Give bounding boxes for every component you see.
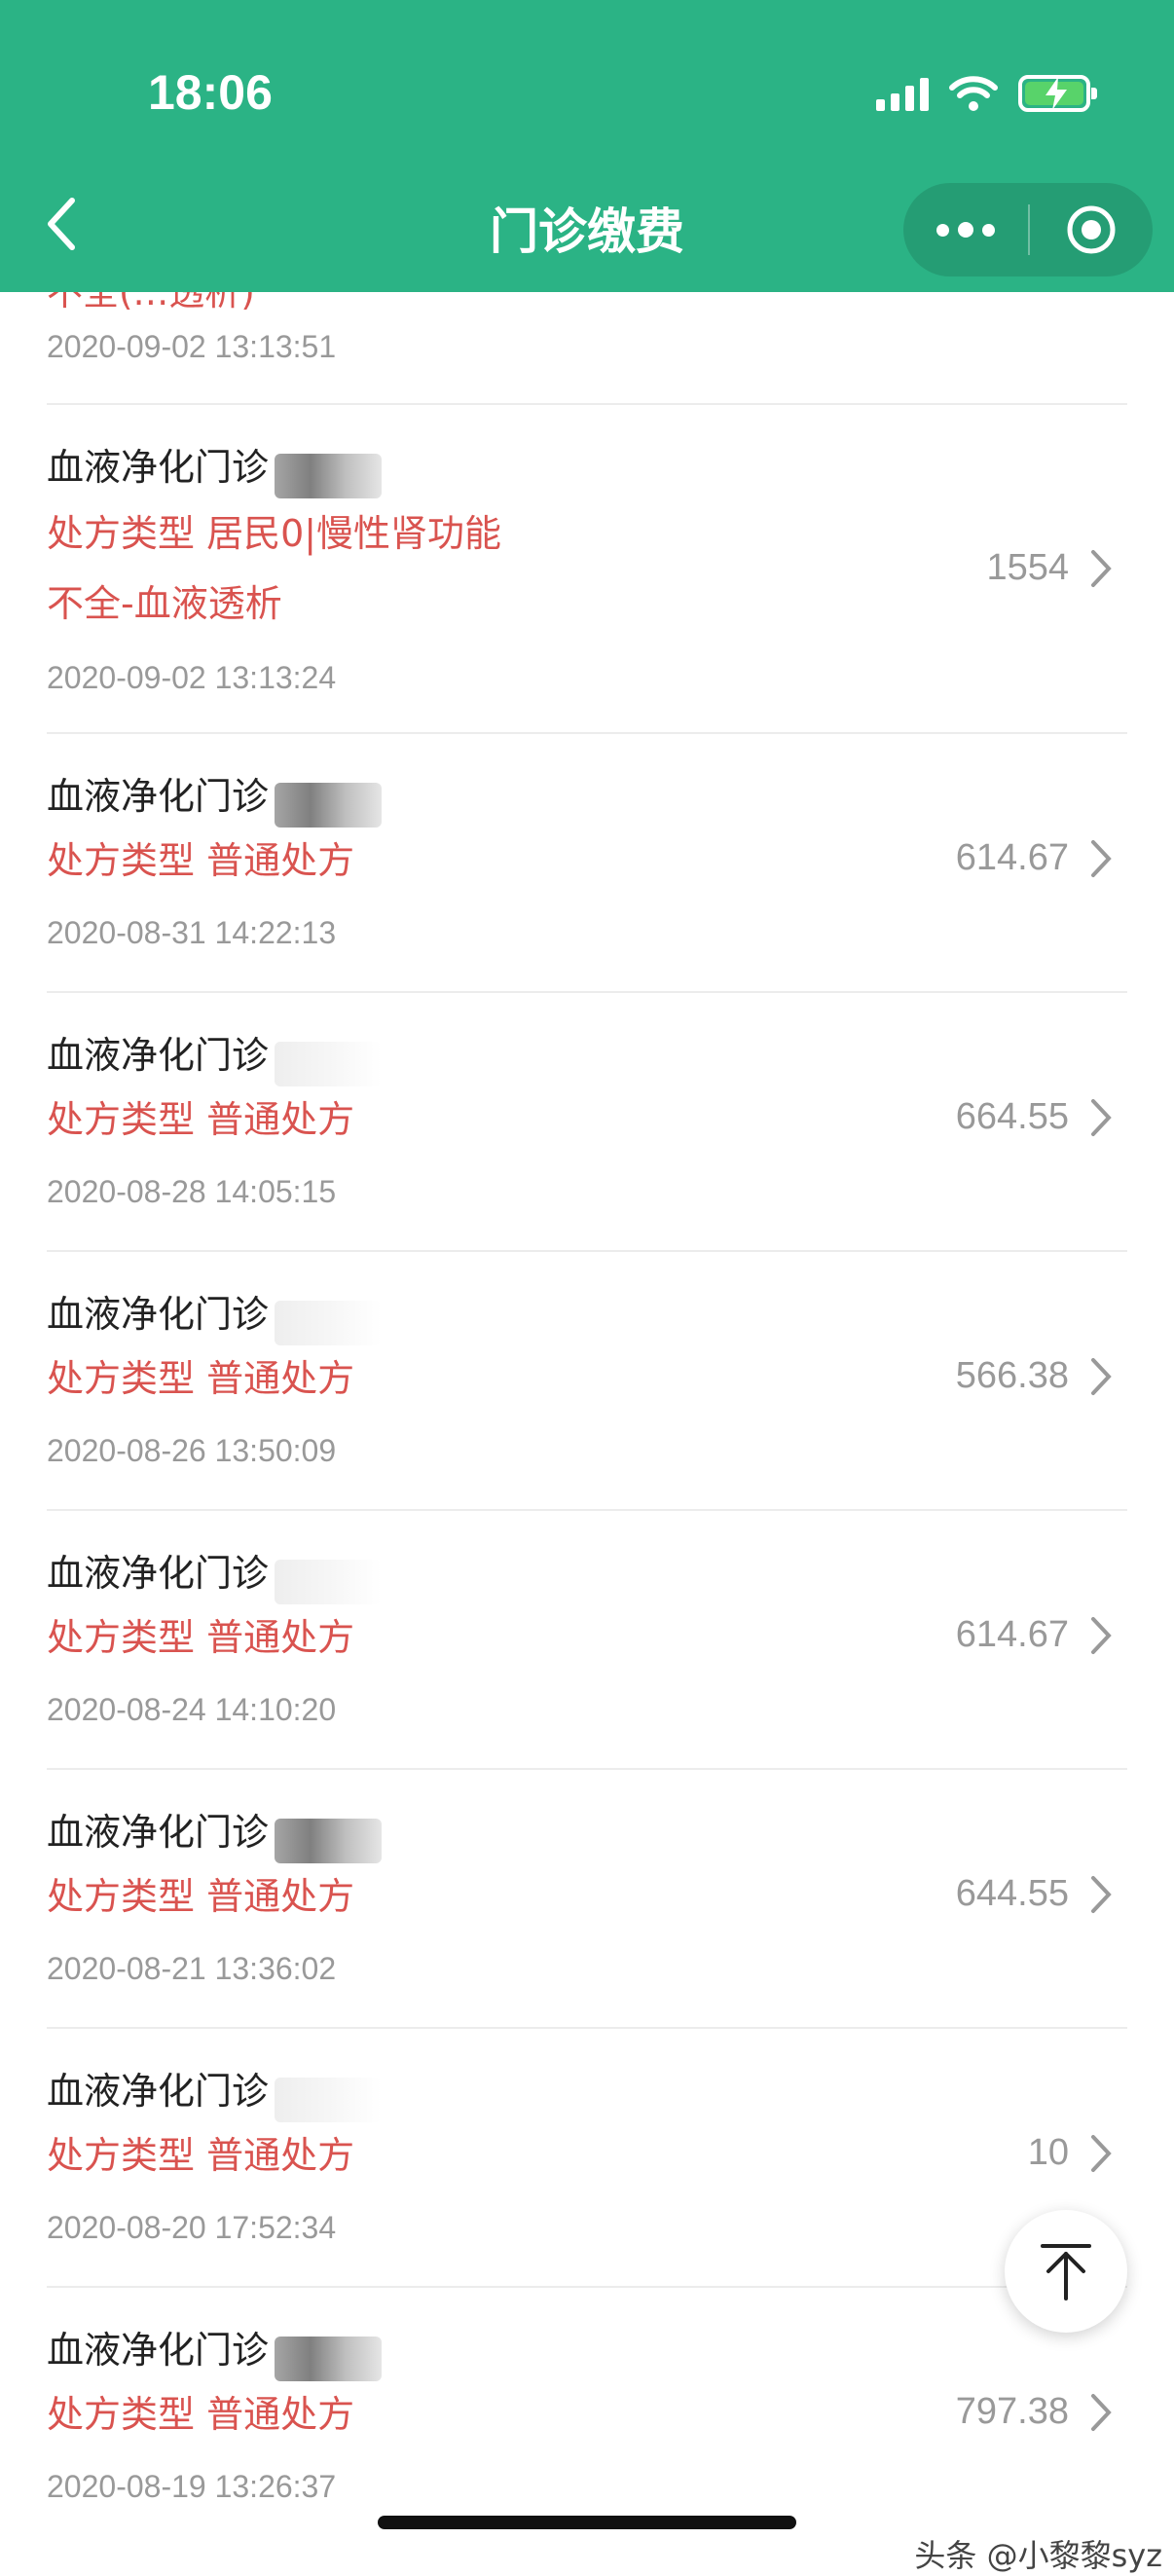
department-name: 血液净化门诊: [47, 1293, 270, 1336]
battery-charging-icon: [1018, 75, 1097, 112]
list-item[interactable]: 血液净化门诊 处方类型 普通处方 2020-08-21 13:36:02 644…: [47, 1768, 1127, 2029]
department-name: 血液净化门诊: [47, 775, 270, 818]
payment-amount: 10: [1027, 2132, 1069, 2173]
status-time: 18:06: [148, 65, 273, 120]
redacted-name: [275, 1818, 383, 1863]
prescription-type: 处方类型 居民0|慢性肾功能: [47, 512, 502, 555]
payment-amount: 566.38: [955, 1355, 1069, 1396]
payment-date: 2020-08-20 17:52:34: [47, 2210, 337, 2245]
payment-date: 2020-08-24 14:10:20: [47, 1692, 337, 1727]
list-item[interactable]: 血液净化门诊 处方类型 普通处方 2020-08-20 17:52:34 10: [47, 2027, 1127, 2288]
target-circle-icon: [1067, 205, 1116, 254]
more-dot-icon: [958, 222, 973, 238]
payment-amount: 1554: [986, 547, 1069, 588]
payment-amount: 614.67: [955, 1614, 1069, 1655]
department-name: 血液净化门诊: [47, 446, 270, 489]
payment-date: 2020-08-21 13:36:02: [47, 1951, 337, 1986]
miniprogram-capsule: [903, 183, 1153, 276]
redacted-name: [275, 1300, 383, 1345]
list-item[interactable]: 血液净化门诊 处方类型 居民0|慢性肾功能 不全-血液透析 2020-09-02…: [47, 403, 1127, 734]
prescription-type: 处方类型 普通处方: [47, 2393, 355, 2436]
list-item[interactable]: 血液净化门诊 处方类型 普通处方 2020-08-31 14:22:13 614…: [47, 732, 1127, 993]
chevron-right-icon: [1091, 1358, 1112, 1395]
payment-amount: 664.55: [955, 1096, 1069, 1137]
payment-amount: 644.55: [955, 1873, 1069, 1914]
department-name: 血液净化门诊: [47, 1034, 270, 1077]
redacted-name: [275, 2336, 383, 2381]
prescription-type-cut: 不全(…透析): [47, 292, 255, 313]
redacted-name: [275, 1559, 383, 1604]
list-item[interactable]: 血液净化门诊 处方类型 普通处方 2020-08-19 13:26:37 797…: [47, 2286, 1127, 2545]
chevron-right-icon: [1091, 840, 1112, 877]
list-item-partial[interactable]: 不全(…透析) 2020-09-02 13:13:51: [47, 292, 1127, 405]
home-indicator[interactable]: [378, 2516, 796, 2529]
prescription-type-cont: 不全-血液透析: [47, 582, 282, 625]
redacted-name: [275, 1041, 383, 1086]
chevron-right-icon: [1091, 550, 1112, 587]
payment-date: 2020-08-19 13:26:37: [47, 2469, 337, 2504]
signal-icon: [876, 76, 929, 111]
prescription-type: 处方类型 普通处方: [47, 1616, 355, 1659]
list-item[interactable]: 血液净化门诊 处方类型 普通处方 2020-08-28 14:05:15 664…: [47, 991, 1127, 1252]
redacted-name: [275, 782, 383, 828]
chevron-right-icon: [1091, 1876, 1112, 1913]
prescription-type: 处方类型 普通处方: [47, 1875, 355, 1918]
department-name: 血液净化门诊: [47, 2329, 270, 2372]
prescription-type: 处方类型 普通处方: [47, 2134, 355, 2177]
payment-date: 2020-09-02 13:13:24: [47, 660, 337, 695]
header-bar: 18:06 门诊缴费: [0, 0, 1174, 292]
department-name: 血液净化门诊: [47, 1552, 270, 1595]
more-button[interactable]: [903, 183, 1028, 276]
chevron-right-icon: [1091, 1617, 1112, 1654]
department-name: 血液净化门诊: [47, 1811, 270, 1854]
chevron-right-icon: [1091, 1099, 1112, 1136]
redacted-name: [275, 453, 383, 498]
chevron-right-icon: [1091, 2135, 1112, 2172]
list-item[interactable]: 血液净化门诊 处方类型 普通处方 2020-08-26 13:50:09 566…: [47, 1250, 1127, 1511]
payment-amount: 614.67: [955, 837, 1069, 878]
payment-date: 2020-08-28 14:05:15: [47, 1174, 337, 1209]
prescription-type: 处方类型 普通处方: [47, 1098, 355, 1141]
watermark: 头条 @小黎黎syz: [914, 2537, 1162, 2574]
payment-date: 2020-08-31 14:22:13: [47, 915, 337, 950]
arrow-up-icon: [1041, 2244, 1091, 2300]
more-dot-icon: [936, 223, 949, 237]
prescription-type: 处方类型 普通处方: [47, 1357, 355, 1400]
payment-date: 2020-09-02 13:13:51: [47, 329, 337, 364]
close-miniprogram-button[interactable]: [1030, 183, 1153, 276]
prescription-type: 处方类型 普通处方: [47, 839, 355, 882]
redacted-name: [275, 2077, 383, 2122]
payment-date: 2020-08-26 13:50:09: [47, 1433, 337, 1468]
payment-amount: 797.38: [955, 2391, 1069, 2432]
chevron-right-icon: [1091, 2394, 1112, 2431]
wifi-icon: [949, 76, 998, 111]
scroll-to-top-button[interactable]: [1005, 2210, 1127, 2333]
list-item[interactable]: 血液净化门诊 处方类型 普通处方 2020-08-24 14:10:20 614…: [47, 1509, 1127, 1770]
department-name: 血液净化门诊: [47, 2070, 270, 2113]
more-dot-icon: [982, 223, 995, 237]
status-icons: [876, 70, 1097, 117]
